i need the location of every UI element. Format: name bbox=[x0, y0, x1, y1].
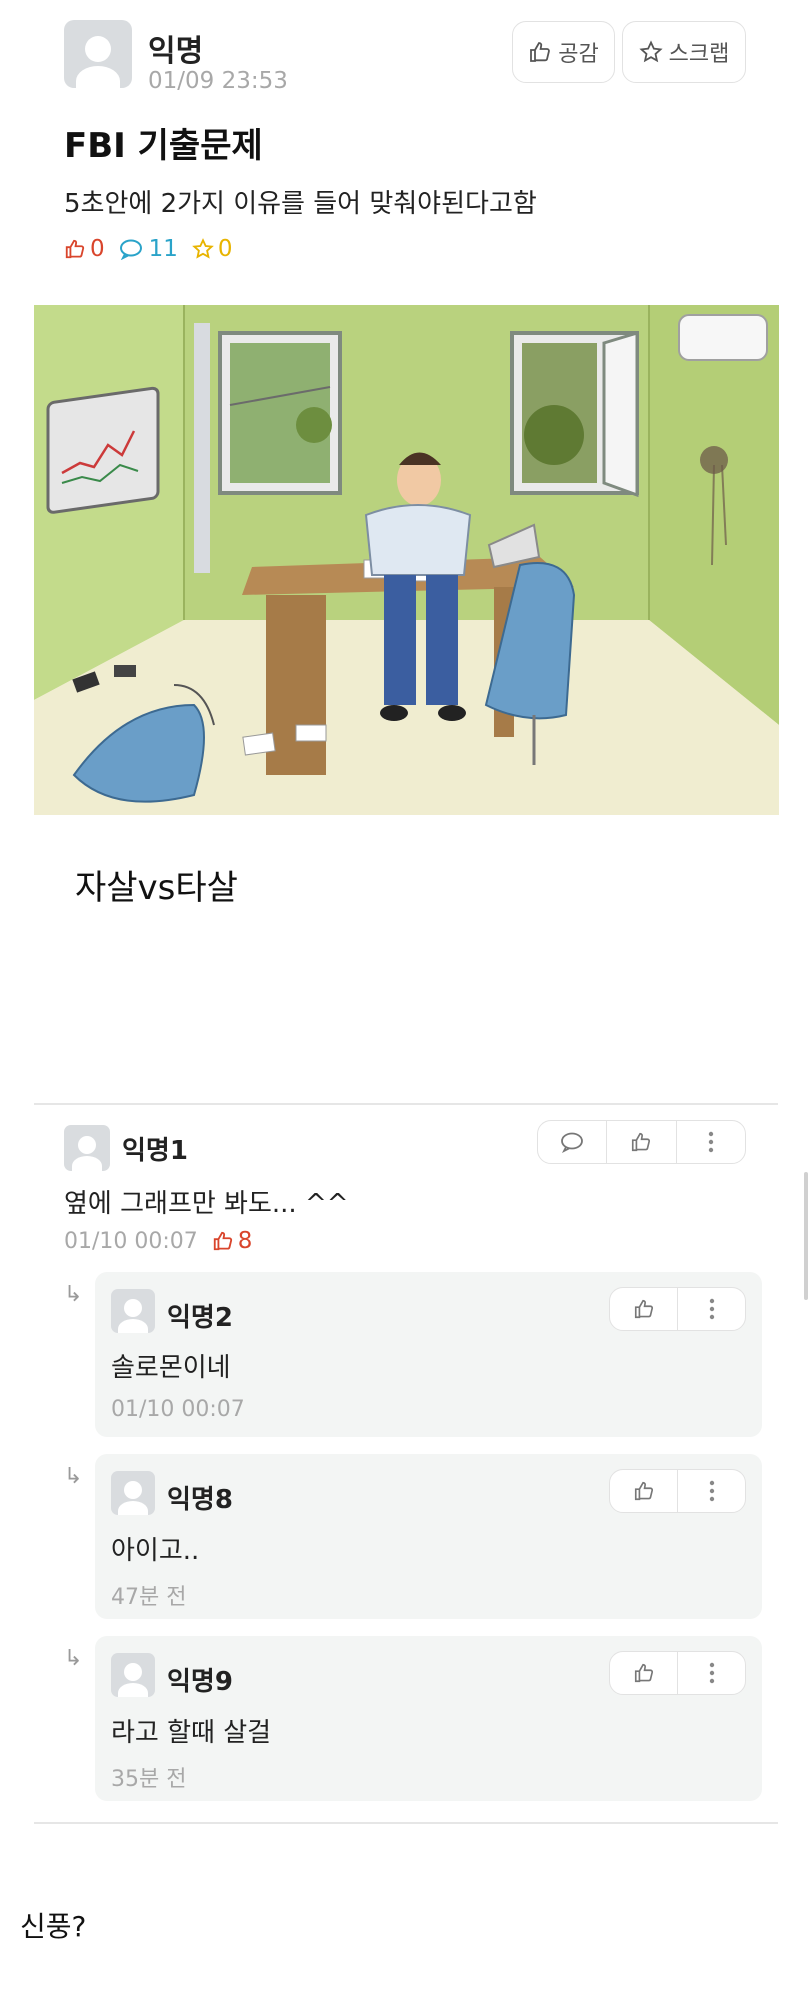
comment-more-button[interactable] bbox=[675, 1121, 745, 1163]
comment-icon bbox=[561, 1132, 584, 1153]
reply-text: 라고 할때 살걸 bbox=[111, 1718, 272, 1748]
like-count: 0 bbox=[90, 236, 105, 262]
reply-actions bbox=[609, 1651, 746, 1695]
thumbs-up-icon bbox=[634, 1663, 653, 1683]
comment-like-count: 8 bbox=[237, 1228, 253, 1254]
comments-end-divider bbox=[34, 1822, 778, 1824]
reply-like-button[interactable] bbox=[610, 1652, 677, 1694]
post-stats: 0 11 0 bbox=[64, 236, 233, 262]
commenter-avatar bbox=[64, 1125, 110, 1171]
comments-divider bbox=[34, 1103, 778, 1105]
thumbs-up-icon bbox=[634, 1481, 653, 1501]
reply-avatar bbox=[111, 1653, 155, 1697]
reply-text: 솔로몬이네 bbox=[111, 1353, 231, 1383]
reply-more-button[interactable] bbox=[677, 1470, 745, 1512]
reply-time: 35분 전 bbox=[111, 1767, 187, 1792]
reply-avatar bbox=[111, 1289, 155, 1333]
post-time: 01/09 23:53 bbox=[148, 68, 288, 94]
like-button[interactable]: 공감 bbox=[512, 21, 615, 83]
reply-button[interactable] bbox=[538, 1121, 606, 1163]
comment-time: 01/10 00:07 bbox=[64, 1228, 198, 1254]
more-vertical-icon bbox=[708, 1131, 714, 1153]
comment-actions bbox=[537, 1120, 746, 1164]
image-caption: 자살vs타살 bbox=[75, 868, 238, 908]
scrap-count: 0 bbox=[217, 236, 233, 262]
comment-icon bbox=[119, 239, 142, 260]
reply-actions bbox=[609, 1469, 746, 1513]
star-icon bbox=[192, 238, 214, 259]
reply-author: 익명9 bbox=[167, 1667, 233, 1697]
reply-like-button[interactable] bbox=[610, 1288, 677, 1330]
like-button-label: 공감 bbox=[558, 42, 599, 67]
star-icon bbox=[639, 40, 663, 63]
reply-arrow-icon: ↳ bbox=[64, 1646, 83, 1671]
more-vertical-icon bbox=[709, 1480, 714, 1502]
more-vertical-icon bbox=[709, 1662, 714, 1684]
reply-time: 47분 전 bbox=[111, 1585, 187, 1610]
post-title: FBI 기출문제 bbox=[64, 126, 263, 166]
scrap-button-label: 스크랩 bbox=[668, 42, 730, 67]
reply-time: 01/10 00:07 bbox=[111, 1397, 245, 1422]
post-body: 5초안에 2가지 이유를 들어 맞춰야된다고함 bbox=[64, 189, 537, 219]
reply-arrow-icon: ↳ bbox=[64, 1282, 83, 1307]
comment-like-button[interactable] bbox=[606, 1121, 675, 1163]
reply-author: 익명2 bbox=[167, 1303, 233, 1333]
thumbs-up-icon bbox=[65, 239, 85, 259]
scrap-button[interactable]: 스크랩 bbox=[622, 21, 746, 83]
reply-arrow-icon: ↳ bbox=[64, 1464, 83, 1489]
reply-text: 아이고.. bbox=[111, 1536, 200, 1566]
thumbs-up-icon bbox=[634, 1299, 653, 1319]
comment-meta: 01/10 00:07 8 bbox=[64, 1228, 252, 1254]
more-vertical-icon bbox=[709, 1298, 714, 1320]
comment-count: 11 bbox=[148, 236, 178, 262]
reply-more-button[interactable] bbox=[677, 1652, 745, 1694]
scrollbar-thumb[interactable] bbox=[804, 1172, 808, 1300]
post-author: 익명 bbox=[148, 34, 204, 69]
comment-text: 옆에 그래프만 봐도... ^^ bbox=[64, 1189, 349, 1219]
reply-more-button[interactable] bbox=[677, 1288, 745, 1330]
reply-like-button[interactable] bbox=[610, 1470, 677, 1512]
reply-avatar bbox=[111, 1471, 155, 1515]
post-image[interactable] bbox=[34, 305, 779, 815]
reply-author: 익명8 bbox=[167, 1485, 233, 1515]
author-avatar bbox=[64, 20, 132, 88]
thumbs-up-icon bbox=[213, 1231, 232, 1251]
thumbs-up-icon bbox=[632, 1132, 651, 1152]
footer-text: 신풍? bbox=[20, 1910, 87, 1943]
reply-actions bbox=[609, 1287, 746, 1331]
comment-author: 익명1 bbox=[122, 1136, 188, 1166]
thumbs-up-icon bbox=[530, 42, 551, 62]
